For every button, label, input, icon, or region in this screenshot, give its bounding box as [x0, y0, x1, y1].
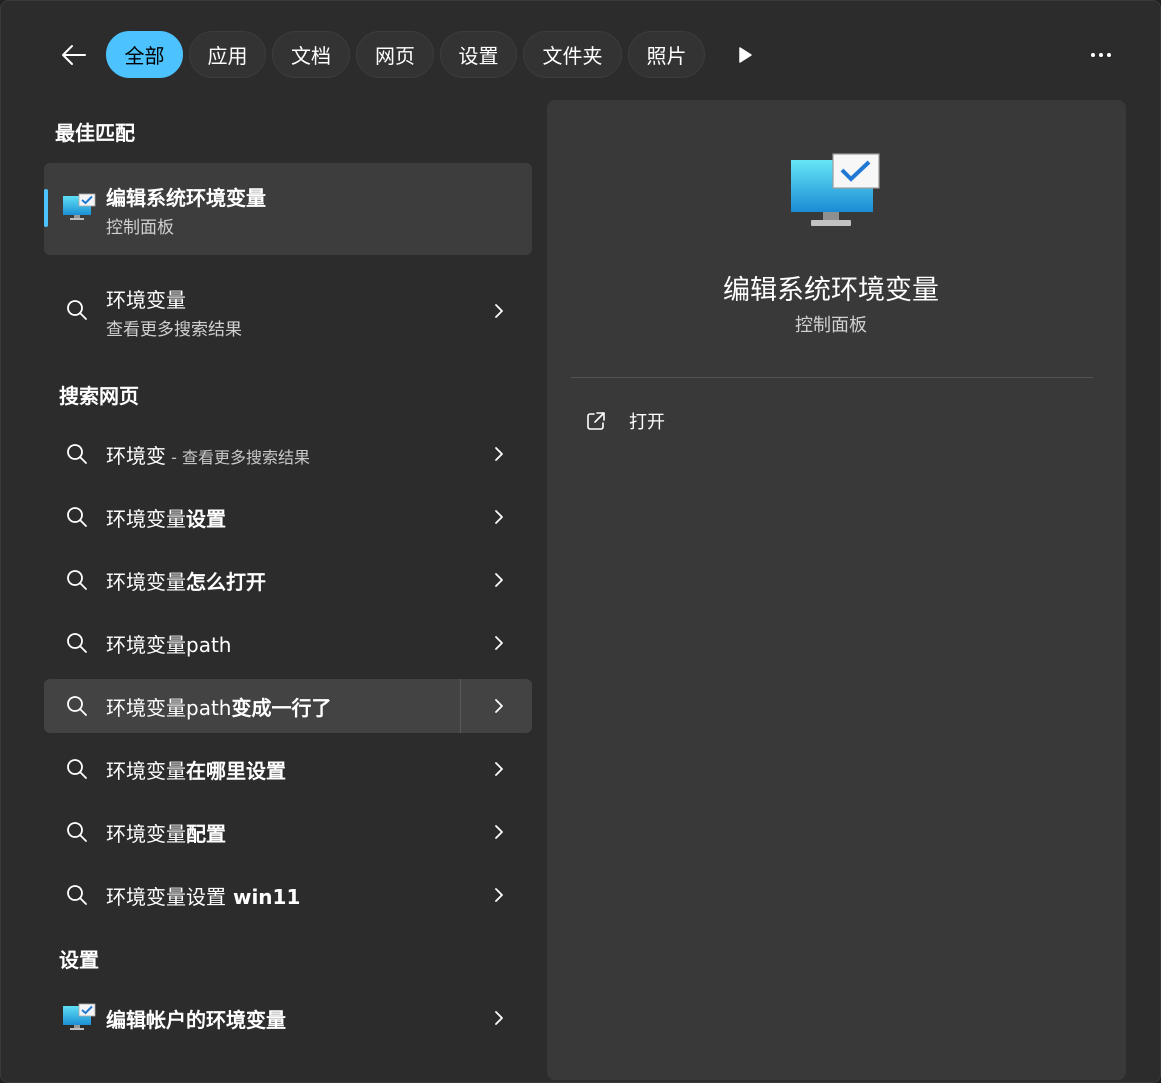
chevron-right-icon: [495, 510, 503, 524]
more-options-button[interactable]: [1081, 39, 1121, 71]
chevron-right-icon: [495, 1011, 503, 1025]
chevron-right-icon: [495, 636, 503, 650]
web-result-text: 环境变量设置: [106, 507, 226, 531]
web-result-item[interactable]: 环境变 - 查看更多搜索结果: [44, 427, 532, 481]
web-result-text: 环境变量设置 win11: [106, 885, 301, 909]
search-icon: [67, 885, 87, 905]
selection-indicator: [44, 189, 48, 227]
web-result-text: 环境变量怎么打开: [106, 570, 266, 594]
web-result-text: 环境变量path: [106, 633, 232, 657]
search-icon: [67, 759, 87, 779]
tab-photos[interactable]: 照片: [628, 31, 705, 78]
search-icon: [67, 633, 87, 653]
preview-subtitle: 控制面板: [795, 315, 867, 336]
tab-all[interactable]: 全部: [106, 31, 183, 78]
web-result-text: 环境变量path变成一行了: [106, 696, 332, 720]
tab-folders[interactable]: 文件夹: [523, 31, 622, 78]
system-properties-icon: [791, 153, 880, 226]
preview-title: 编辑系统环境变量: [723, 275, 939, 306]
system-properties-icon: [63, 1003, 96, 1030]
web-result-item[interactable]: 环境变量设置: [44, 490, 532, 544]
chevron-right-icon[interactable]: [494, 698, 504, 714]
system-properties-icon: [63, 193, 96, 220]
settings-result-item[interactable]: 编辑帐户的环境变量: [44, 991, 532, 1045]
tab-apps[interactable]: 应用: [189, 31, 266, 78]
web-result-text: 环境变量配置: [106, 822, 226, 846]
env-result-subtitle: 查看更多搜索结果: [106, 320, 242, 340]
search-icon: [67, 444, 87, 464]
tab-settings[interactable]: 设置: [440, 31, 517, 78]
search-icon: [67, 822, 87, 842]
section-search-web: 搜索网页: [59, 384, 139, 408]
search-icon: [67, 507, 87, 527]
search-icon: [67, 300, 87, 320]
search-icon: [67, 696, 87, 716]
web-result-item[interactable]: 环境变量设置 win11: [44, 868, 532, 922]
tab-web[interactable]: 网页: [356, 31, 434, 78]
section-settings: 设置: [59, 948, 99, 972]
more-filters-button[interactable]: [729, 39, 761, 71]
web-result-item[interactable]: 环境变量怎么打开: [44, 553, 532, 607]
chevron-right-icon: [495, 825, 503, 839]
web-result-item[interactable]: 环境变量path: [44, 616, 532, 670]
search-icon: [67, 570, 87, 590]
best-match-subtitle: 控制面板: [106, 218, 174, 238]
preview-panel: 编辑系统环境变量 控制面板 打开: [547, 100, 1126, 1080]
env-variables-result[interactable]: 环境变量 查看更多搜索结果: [44, 267, 532, 355]
back-arrow-icon: [62, 45, 86, 65]
web-result-item-hovered[interactable]: 环境变量path变成一行了: [44, 679, 532, 733]
env-result-title: 环境变量: [106, 288, 186, 312]
web-result-text: 环境变 - 查看更多搜索结果: [106, 444, 310, 468]
chevron-right-icon: [495, 573, 503, 587]
search-window: 全部 应用 文档 网页 设置 文件夹 照片 最佳匹配 编辑系统环境变量 控制面板: [0, 0, 1161, 1083]
settings-result-title: 编辑帐户的环境变量: [106, 1008, 286, 1032]
back-button[interactable]: [53, 34, 95, 76]
chevron-right-icon: [495, 888, 503, 902]
section-best-match: 最佳匹配: [55, 121, 135, 145]
web-result-item[interactable]: 环境变量配置: [44, 805, 532, 859]
best-match-item[interactable]: 编辑系统环境变量 控制面板: [44, 163, 532, 255]
chevron-right-icon: [495, 447, 503, 461]
ellipsis-icon: [1091, 53, 1111, 57]
web-result-item[interactable]: 环境变量在哪里设置: [44, 742, 532, 796]
web-result-text: 环境变量在哪里设置: [106, 759, 286, 783]
best-match-title: 编辑系统环境变量: [106, 186, 266, 210]
play-icon: [739, 47, 752, 63]
open-action-label: 打开: [629, 412, 665, 433]
open-external-icon: [587, 412, 605, 430]
chevron-right-icon: [495, 762, 503, 776]
row-divider: [460, 679, 461, 733]
chevron-right-icon: [495, 304, 503, 318]
preview-divider: [571, 377, 1093, 378]
open-action[interactable]: 打开: [585, 405, 785, 437]
tab-documents[interactable]: 文档: [272, 31, 350, 78]
